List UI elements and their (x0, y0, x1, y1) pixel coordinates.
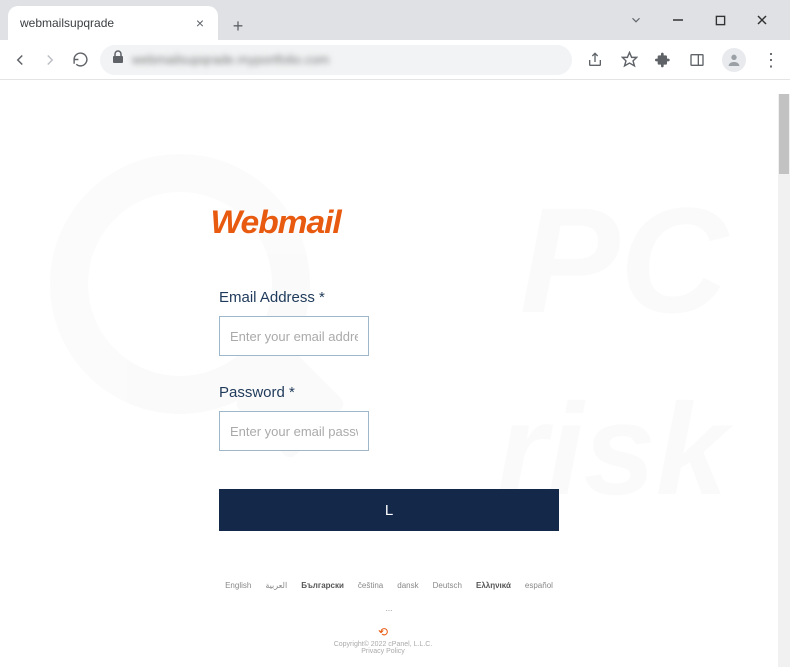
reload-button[interactable] (70, 50, 90, 70)
close-tab-icon[interactable]: × (194, 15, 206, 31)
vertical-scrollbar[interactable] (778, 94, 790, 667)
window-minimize-button[interactable] (666, 14, 690, 26)
back-button[interactable] (10, 50, 30, 70)
language-selector: English العربية Български čeština dansk … (219, 581, 559, 613)
password-input[interactable] (219, 411, 369, 451)
extensions-icon[interactable] (654, 51, 672, 69)
scrollbar-thumb[interactable] (779, 94, 789, 174)
toolbar-actions: ⋮ (586, 48, 780, 72)
email-label: Email Address * (219, 289, 559, 306)
share-icon[interactable] (586, 51, 604, 69)
menu-icon[interactable]: ⋮ (762, 51, 780, 69)
lang-option[interactable]: čeština (358, 581, 383, 590)
tab-search-icon[interactable] (624, 13, 648, 27)
tab-title: webmailsupqrade (20, 16, 194, 30)
browser-toolbar: webmailsupqrade.myportfolio.com ⋮ (0, 40, 790, 80)
new-tab-button[interactable]: + (224, 12, 252, 40)
lang-option[interactable]: dansk (397, 581, 418, 590)
page-content: PC risk Webmail Email Address * Password… (0, 94, 778, 667)
url-text: webmailsupqrade.myportfolio.com (132, 52, 329, 67)
page-viewport: PC risk Webmail Email Address * Password… (0, 94, 790, 667)
password-field-group: Password * (219, 384, 559, 451)
lang-option[interactable]: Deutsch (433, 581, 462, 590)
forward-button[interactable] (40, 50, 60, 70)
lang-option[interactable]: Ελληνικά (476, 581, 511, 590)
copyright-text: Copyright© 2022 cPanel, L.L.C. (0, 641, 766, 648)
side-panel-icon[interactable] (688, 51, 706, 69)
lang-more[interactable]: ... (386, 604, 393, 613)
lock-icon (112, 50, 124, 69)
address-bar[interactable]: webmailsupqrade.myportfolio.com (100, 45, 572, 75)
email-field-group: Email Address * (219, 289, 559, 356)
lang-option[interactable]: Български (301, 581, 344, 590)
login-form: Webmail Email Address * Password * L Eng… (219, 94, 559, 613)
lang-option[interactable]: español (525, 581, 553, 590)
tab-strip: webmailsupqrade × + (0, 0, 790, 40)
window-controls (624, 0, 790, 40)
lang-option[interactable]: English (225, 581, 251, 590)
bookmark-star-icon[interactable] (620, 51, 638, 69)
profile-avatar[interactable] (722, 48, 746, 72)
login-button[interactable]: L (219, 489, 559, 531)
lang-option[interactable]: العربية (265, 581, 287, 590)
browser-tab[interactable]: webmailsupqrade × (8, 6, 218, 40)
cpanel-icon: ⟲ (0, 625, 766, 639)
window-maximize-button[interactable] (708, 15, 732, 26)
page-footer: ⟲ Copyright© 2022 cPanel, L.L.C. Privacy… (0, 625, 766, 655)
password-label: Password * (219, 384, 559, 401)
webmail-logo: Webmail (211, 204, 568, 241)
window-close-button[interactable] (750, 14, 774, 26)
email-input[interactable] (219, 316, 369, 356)
privacy-link[interactable]: Privacy Policy (0, 648, 766, 655)
